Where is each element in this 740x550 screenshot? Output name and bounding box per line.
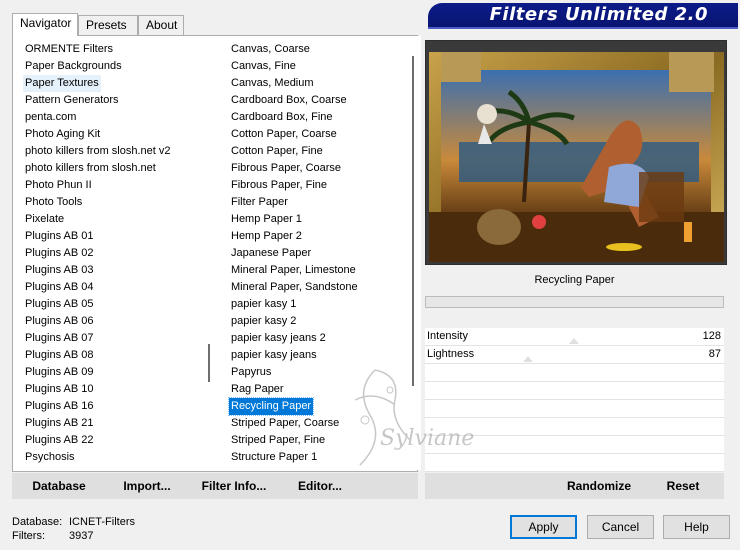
param-row-empty (425, 364, 724, 382)
filter-list[interactable]: Canvas, Coarse Canvas, Fine Canvas, Medium… (220, 36, 405, 470)
editor-button[interactable]: Editor... (294, 473, 346, 499)
filter-list-item[interactable]: Papyrus (229, 364, 273, 381)
category-list-item[interactable]: Photo Phun II (23, 177, 94, 194)
app-banner: Filters Unlimited 2.0 (428, 3, 738, 29)
category-scroll-thumb[interactable] (208, 344, 210, 382)
randomize-button[interactable]: Randomize (563, 473, 635, 499)
param-label: Lightness (427, 348, 475, 360)
slider-marker[interactable] (523, 356, 533, 362)
param-label: Intensity (427, 330, 468, 342)
category-list-item[interactable]: Plugins AB 05 (23, 296, 96, 313)
filter-list-item[interactable]: Fibrous Paper, Coarse (229, 160, 343, 177)
filter-list-item[interactable]: Cotton Paper, Coarse (229, 126, 339, 143)
filter-list-item[interactable]: Japanese Paper (229, 245, 313, 262)
category-list-item[interactable]: Photo Tools (23, 194, 84, 211)
category-list-item[interactable]: Plugins AB 08 (23, 347, 96, 364)
filter-list-item[interactable]: Mineral Paper, Limestone (229, 262, 358, 279)
category-list-item[interactable]: Plugins AB 01 (23, 228, 96, 245)
filter-list-item[interactable]: Cardboard Box, Fine (229, 109, 335, 126)
category-list-item[interactable]: Psychosis (23, 449, 77, 466)
filter-scrollbar[interactable] (404, 36, 421, 470)
param-row-empty (425, 436, 724, 454)
progress-bar (425, 296, 724, 308)
database-value: ICNET-Filters (69, 516, 135, 528)
filter-list-item[interactable]: Cardboard Box, Coarse (229, 92, 349, 109)
filter-list-item[interactable]: Fibrous Paper, Fine (229, 177, 329, 194)
param-row-lightness[interactable]: Lightness 87 (425, 346, 724, 364)
param-value: 128 (702, 330, 721, 342)
category-list-item[interactable]: Plugins AB 09 (23, 364, 96, 381)
help-button[interactable]: Help (663, 515, 730, 539)
reset-button[interactable]: Reset (659, 473, 707, 499)
param-row-empty (425, 418, 724, 436)
parameter-panel: Intensity 128 Lightness 87 (425, 328, 724, 472)
filter-scroll-thumb[interactable] (412, 56, 414, 386)
import-button[interactable]: Import... (116, 473, 178, 499)
preview-button-bar: Randomize Reset (425, 473, 724, 499)
category-list-item[interactable]: penta.com (23, 109, 78, 126)
filter-list-item[interactable]: Recycling Paper (227, 397, 315, 416)
category-list-item[interactable]: ORMENTE Filters (23, 41, 115, 58)
filter-list-item[interactable]: Canvas, Fine (229, 58, 298, 75)
apply-button[interactable]: Apply (510, 515, 577, 539)
category-list-item[interactable]: photo killers from slosh.net v2 (23, 143, 173, 160)
filter-list-item[interactable]: Striped Paper, Fine (229, 432, 327, 449)
category-list-item[interactable]: Plugins AB 22 (23, 432, 96, 449)
filter-list-item[interactable]: papier kasy 1 (229, 296, 298, 313)
param-value: 87 (708, 348, 721, 360)
filter-list-item[interactable]: Rag Paper (229, 381, 286, 398)
category-list-item[interactable]: Paper Textures (23, 75, 101, 92)
category-list-item[interactable]: Plugins AB 04 (23, 279, 96, 296)
filter-list-item[interactable]: papier kasy 2 (229, 313, 298, 330)
preview-frame (425, 40, 727, 265)
category-list-item[interactable]: Plugins AB 02 (23, 245, 96, 262)
filter-list-item[interactable]: Hemp Paper 1 (229, 211, 304, 228)
filter-list-item[interactable]: papier kasy jeans (229, 347, 319, 364)
filter-list-item[interactable]: Hemp Paper 2 (229, 228, 304, 245)
tab-navigator[interactable]: Navigator (12, 13, 78, 36)
filter-list-item[interactable]: Canvas, Coarse (229, 41, 312, 58)
category-list-item[interactable]: Plugins AB 07 (23, 330, 96, 347)
param-row-intensity[interactable]: Intensity 128 (425, 328, 724, 346)
category-list-item[interactable]: Paper Backgrounds (23, 58, 124, 75)
filter-list-item[interactable]: papier kasy jeans 2 (229, 330, 328, 347)
category-list-item[interactable]: Plugins AB 06 (23, 313, 96, 330)
category-list-item[interactable]: Plugins AB 10 (23, 381, 96, 398)
navigator-panel: ORMENTE Filters Paper Backgrounds Paper Te… (12, 35, 421, 472)
param-row-empty (425, 382, 724, 400)
tab-presets[interactable]: Presets (78, 15, 138, 35)
category-list-item[interactable]: Plugins AB 21 (23, 415, 96, 432)
category-list[interactable]: ORMENTE Filters Paper Backgrounds Paper Te… (13, 36, 199, 470)
filter-list-item[interactable]: Striped Paper, Coarse (229, 415, 341, 432)
preview-image[interactable] (429, 52, 724, 262)
slider-marker[interactable] (569, 338, 579, 344)
filter-list-item[interactable]: Cotton Paper, Fine (229, 143, 325, 160)
filter-info-button[interactable]: Filter Info... (198, 473, 270, 499)
param-row-empty (425, 400, 724, 418)
filter-list-item[interactable]: Mineral Paper, Sandstone (229, 279, 360, 296)
preview-artwork (429, 52, 724, 262)
category-scrollbar[interactable] (200, 36, 217, 470)
filter-list-item[interactable]: Canvas, Medium (229, 75, 316, 92)
navigator-button-bar: Database Import... Filter Info... Editor… (12, 473, 418, 499)
filters-count-label: Filters: (12, 530, 45, 542)
category-list-item[interactable]: Plugins AB 03 (23, 262, 96, 279)
filter-list-item[interactable]: Structure Paper 1 (229, 449, 319, 466)
database-button[interactable]: Database (24, 473, 94, 499)
app-title: Filters Unlimited 2.0 (489, 4, 708, 25)
filter-list-item[interactable]: Filter Paper (229, 194, 290, 211)
param-row-empty (425, 454, 724, 472)
category-list-item[interactable]: Pixelate (23, 211, 66, 228)
category-list-item[interactable]: Pattern Generators (23, 92, 121, 109)
category-list-item[interactable]: Plugins AB 16 (23, 398, 96, 415)
filters-count-value: 3937 (69, 530, 94, 542)
cancel-button[interactable]: Cancel (587, 515, 654, 539)
tab-about[interactable]: About (138, 15, 184, 35)
database-label: Database: (12, 516, 63, 528)
category-list-item[interactable]: photo killers from slosh.net (23, 160, 158, 177)
current-filter-name: Recycling Paper (534, 274, 615, 286)
category-list-item[interactable]: Photo Aging Kit (23, 126, 102, 143)
